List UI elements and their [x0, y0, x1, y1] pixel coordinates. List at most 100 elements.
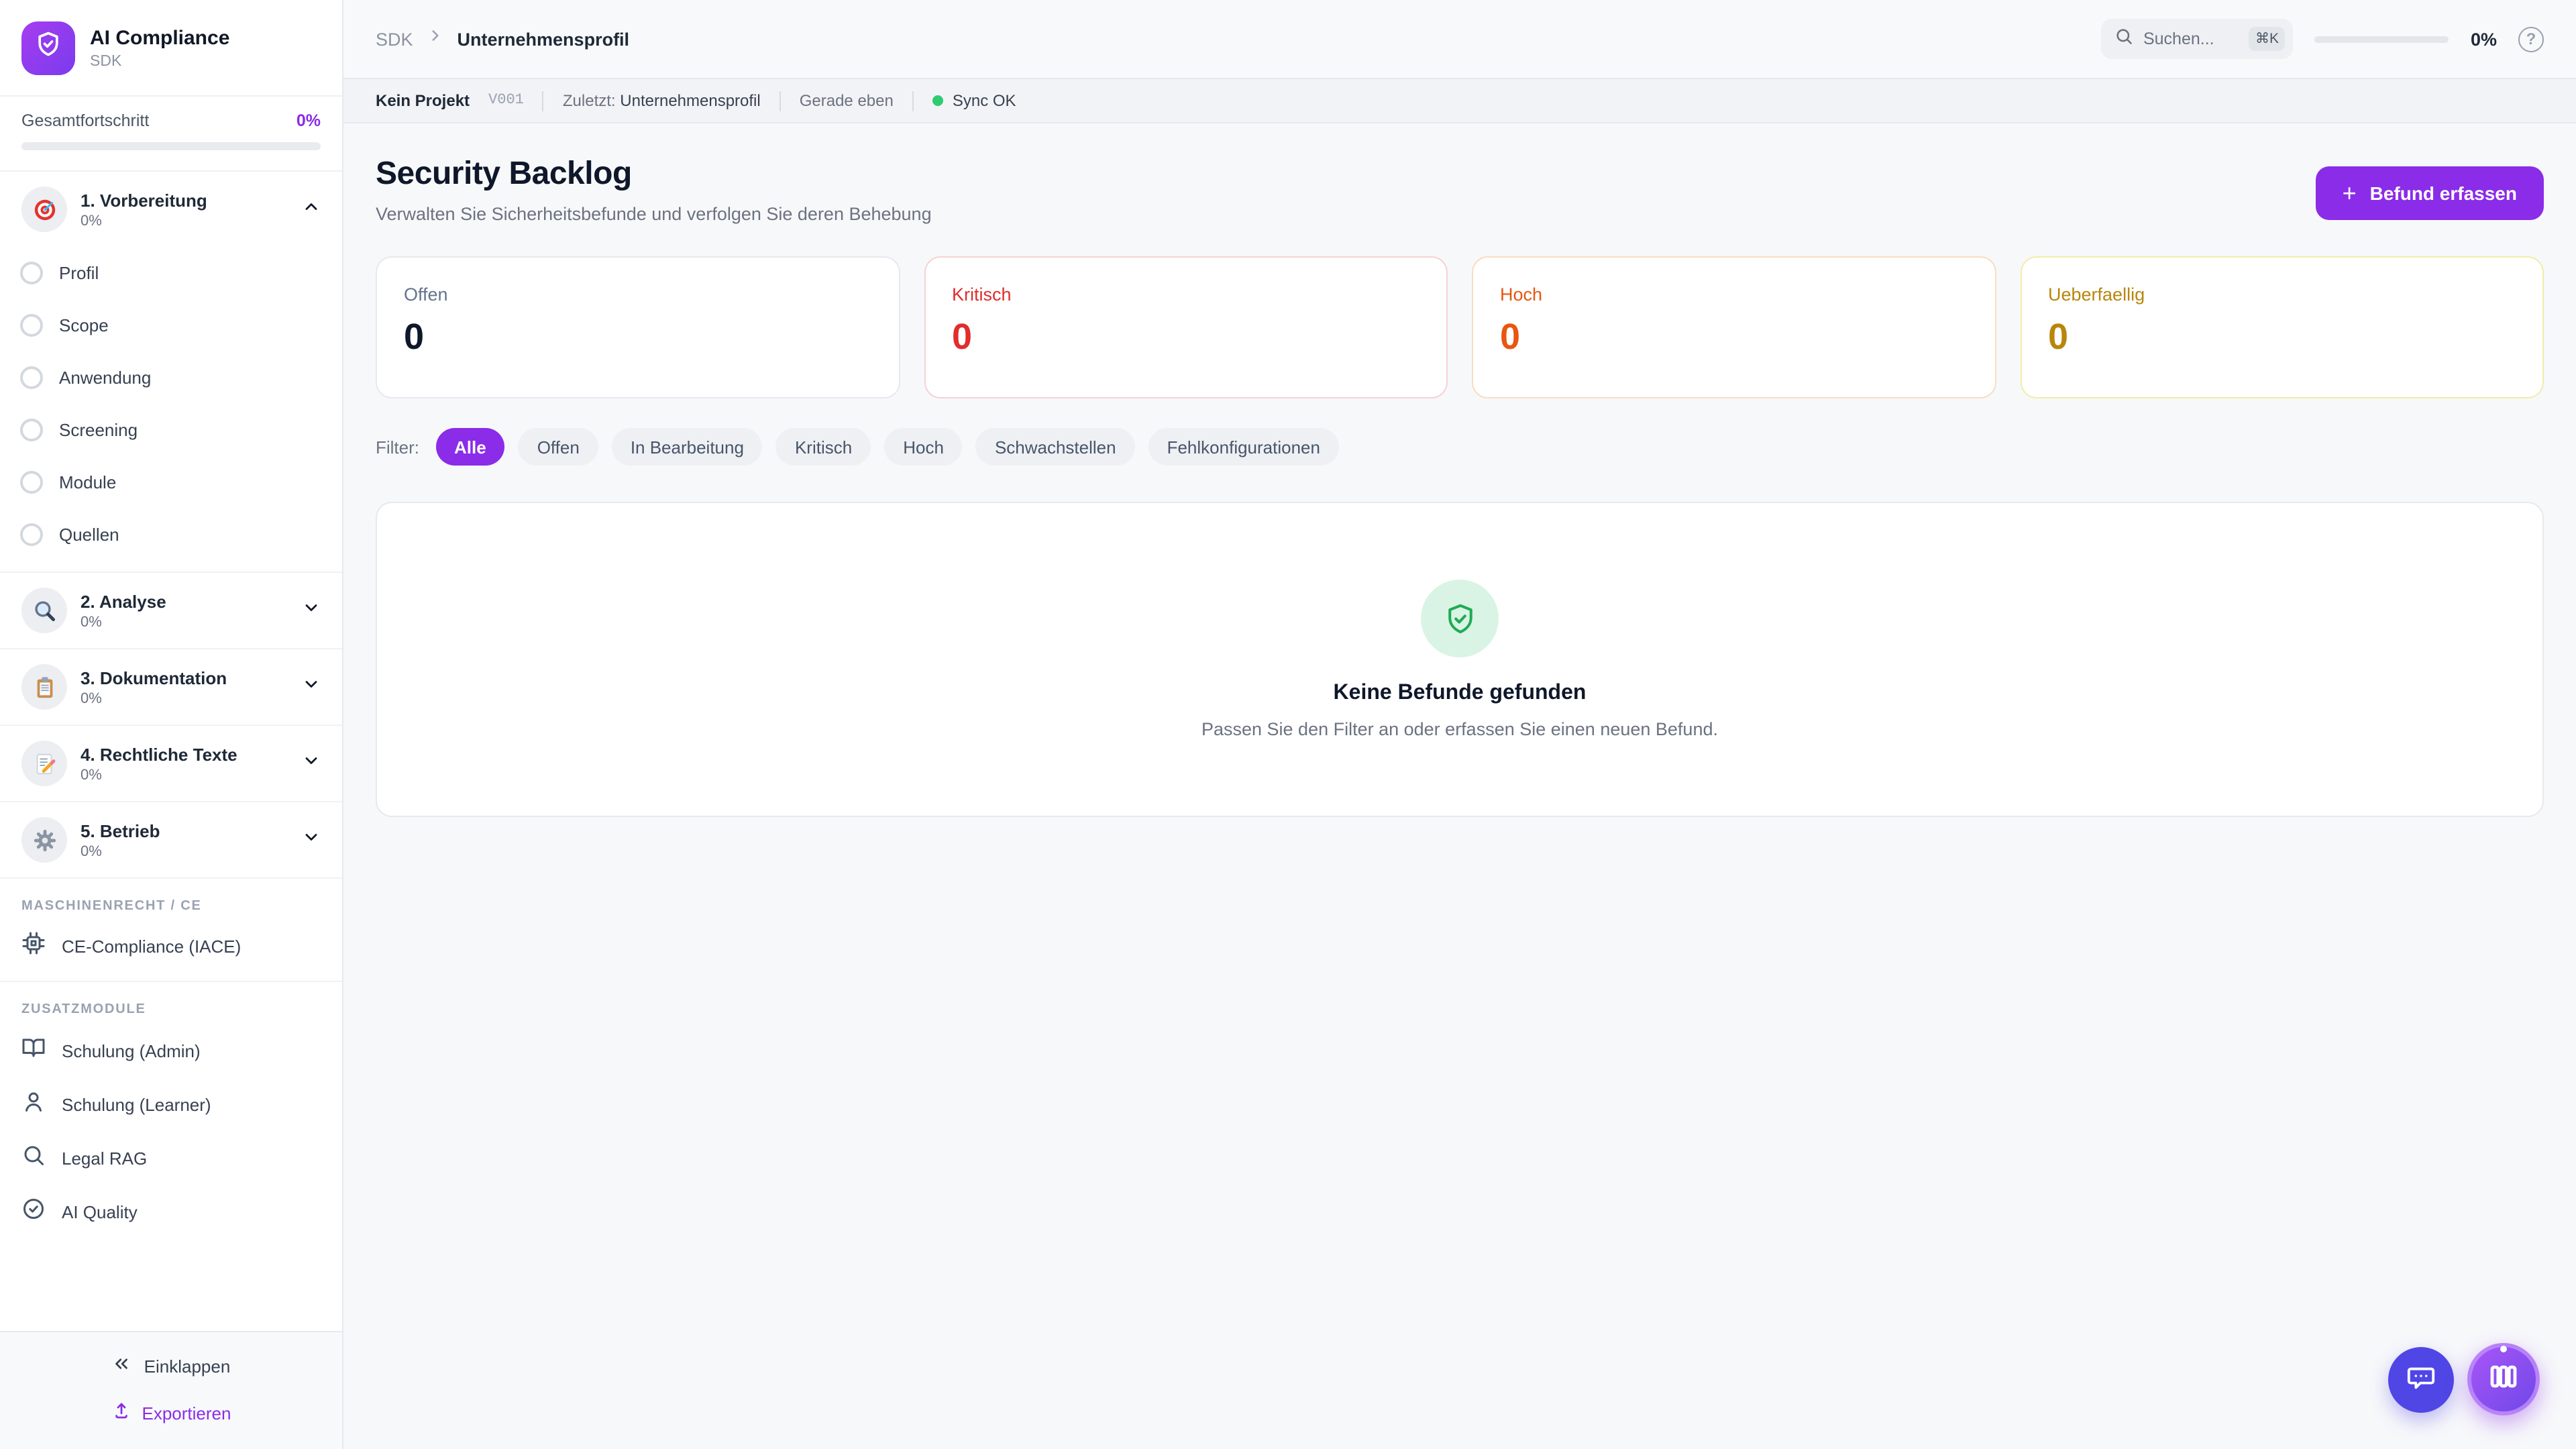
- sidebar-item-quellen[interactable]: Quellen: [0, 508, 342, 561]
- stat-card-offen: Offen 0: [376, 256, 900, 398]
- export-label: Exportieren: [142, 1403, 231, 1423]
- topbar-progress-bar: [2315, 36, 2449, 42]
- step-circle-icon: [20, 471, 43, 494]
- phase-analyse: 2. Analyse 0%: [0, 573, 342, 649]
- sidebar-item-label: Scope: [59, 315, 109, 335]
- sidebar-item-schulung-learner[interactable]: Schulung (Learner): [0, 1077, 342, 1131]
- filter-chip-in-bearbeitung[interactable]: In Bearbeitung: [612, 428, 763, 466]
- sync-ok-dot-icon: [932, 95, 943, 106]
- phase-label: 4. Rechtliche Texte: [80, 744, 288, 764]
- kanban-fab-button[interactable]: [2467, 1343, 2540, 1415]
- sidebar-item-label: Profil: [59, 263, 99, 283]
- stat-label: Kritisch: [952, 284, 1419, 305]
- sidebar-item-scope[interactable]: Scope: [0, 299, 342, 352]
- empty-state-card: Keine Befunde gefunden Passen Sie den Fi…: [376, 502, 2544, 817]
- phase-progress: 0%: [80, 213, 288, 229]
- search-icon: [21, 1142, 46, 1173]
- shield-check-icon: [1421, 580, 1499, 657]
- app-brand: AI Compliance SDK: [0, 0, 342, 97]
- stat-label: Ueberfaellig: [2048, 284, 2516, 305]
- phase-header-vorbereitung[interactable]: 1. Vorbereitung 0%: [0, 172, 342, 247]
- cpu-icon: [21, 931, 46, 962]
- sync-status: Sync OK: [932, 91, 1016, 110]
- sidebar-item-label: Schulung (Admin): [62, 1040, 201, 1061]
- stat-card-ueberfaellig: Ueberfaellig 0: [2020, 256, 2544, 398]
- page-title: Security Backlog: [376, 156, 932, 193]
- sidebar-item-label: Schulung (Learner): [62, 1094, 211, 1114]
- sidebar-item-label: Quellen: [59, 525, 119, 545]
- filter-label: Filter:: [376, 437, 419, 457]
- sidebar-item-module[interactable]: Module: [0, 456, 342, 508]
- app-title: AI Compliance: [90, 26, 229, 50]
- page-content: Security Backlog Verwalten Sie Sicherhei…: [343, 123, 2576, 1449]
- chevron-up-icon: [302, 197, 321, 222]
- sidebar-item-legal-rag[interactable]: Legal RAG: [0, 1131, 342, 1185]
- empty-state-title: Keine Befunde gefunden: [1334, 682, 1587, 706]
- search-icon: [2115, 26, 2134, 52]
- overall-progress-value: 0%: [297, 111, 321, 130]
- step-circle-icon: [20, 523, 43, 546]
- phase-header-analyse[interactable]: 2. Analyse 0%: [0, 573, 342, 648]
- add-finding-button[interactable]: + Befund erfassen: [2316, 166, 2544, 220]
- sidebar-item-label: CE-Compliance (IACE): [62, 936, 241, 957]
- breadcrumb: SDK Unternehmensprofil: [376, 27, 629, 51]
- phase-rechtliche-texte: 4. Rechtliche Texte 0%: [0, 726, 342, 802]
- breadcrumb-root[interactable]: SDK: [376, 29, 413, 49]
- phase-header-rechtliche-texte[interactable]: 4. Rechtliche Texte 0%: [0, 726, 342, 801]
- filter-chip-hoch[interactable]: Hoch: [884, 428, 963, 466]
- shield-check-icon: [34, 30, 63, 66]
- clipboard-icon: [21, 664, 67, 710]
- phase-label: 1. Vorbereitung: [80, 190, 288, 210]
- sidebar-item-label: Module: [59, 472, 116, 492]
- filter-chip-alle[interactable]: Alle: [435, 428, 505, 466]
- collapse-sidebar-button[interactable]: Einklappen: [112, 1354, 231, 1378]
- sidebar-item-ai-quality[interactable]: AI Quality: [0, 1185, 342, 1238]
- page-subtitle: Verwalten Sie Sicherheitsbefunde und ver…: [376, 204, 932, 224]
- stat-card-hoch: Hoch 0: [1472, 256, 1996, 398]
- version-badge: V001: [488, 93, 524, 109]
- sidebar: AI Compliance SDK Gesamtfortschritt 0%: [0, 0, 343, 1449]
- add-finding-label: Befund erfassen: [2370, 182, 2517, 204]
- chat-fab-button[interactable]: [2388, 1347, 2454, 1413]
- stat-value: 0: [2048, 317, 2516, 358]
- help-icon[interactable]: ?: [2518, 26, 2544, 52]
- export-button[interactable]: Exportieren: [111, 1401, 231, 1425]
- sidebar-item-profil[interactable]: Profil: [0, 247, 342, 299]
- phase-subitems: Profil Scope Anwendung Screening: [0, 247, 342, 572]
- sidebar-item-schulung-admin[interactable]: Schulung (Admin): [0, 1024, 342, 1077]
- topbar-progress-value: 0%: [2471, 29, 2497, 49]
- filter-chip-fehlkonfigurationen[interactable]: Fehlkonfigurationen: [1148, 428, 1339, 466]
- sidebar-item-screening[interactable]: Screening: [0, 404, 342, 456]
- phase-header-betrieb[interactable]: 5. Betrieb 0%: [0, 802, 342, 877]
- kanban-columns-icon: [2487, 1360, 2520, 1399]
- chevron-down-icon: [302, 751, 321, 776]
- sidebar-footer: Einklappen Exportieren: [0, 1331, 342, 1449]
- filter-chip-offen[interactable]: Offen: [519, 428, 598, 466]
- filter-chip-kritisch[interactable]: Kritisch: [776, 428, 871, 466]
- notification-dot-icon: [2500, 1346, 2507, 1352]
- overall-progress: Gesamtfortschritt 0%: [0, 97, 342, 172]
- sidebar-item-label: Anwendung: [59, 368, 151, 388]
- app-logo: [21, 21, 75, 74]
- filter-chip-schwachstellen[interactable]: Schwachstellen: [976, 428, 1135, 466]
- book-icon: [21, 1035, 46, 1066]
- breadcrumb-current: Unternehmensprofil: [458, 29, 630, 49]
- stat-card-kritisch: Kritisch 0: [924, 256, 1448, 398]
- phase-betrieb: 5. Betrieb 0%: [0, 802, 342, 879]
- phase-label: 5. Betrieb: [80, 820, 288, 841]
- topbar: SDK Unternehmensprofil Suchen... ⌘K: [343, 0, 2576, 79]
- sidebar-item-anwendung[interactable]: Anwendung: [0, 352, 342, 404]
- check-circle-icon: [21, 1196, 46, 1227]
- search-input[interactable]: Suchen... ⌘K: [2102, 19, 2294, 59]
- phase-progress: 0%: [80, 843, 288, 859]
- phase-label: 2. Analyse: [80, 591, 288, 611]
- stat-value: 0: [1500, 317, 1968, 358]
- upload-icon: [111, 1401, 131, 1425]
- sidebar-item-ce-compliance[interactable]: CE-Compliance (IACE): [0, 920, 342, 982]
- divider: [780, 91, 781, 111]
- chat-bubble-icon: [2406, 1361, 2436, 1399]
- app-window: AI Compliance SDK Gesamtfortschritt 0%: [0, 0, 2576, 1449]
- phase-header-dokumentation[interactable]: 3. Dokumentation 0%: [0, 649, 342, 724]
- stat-value: 0: [952, 317, 1419, 358]
- page-header: Security Backlog Verwalten Sie Sicherhei…: [376, 156, 2544, 224]
